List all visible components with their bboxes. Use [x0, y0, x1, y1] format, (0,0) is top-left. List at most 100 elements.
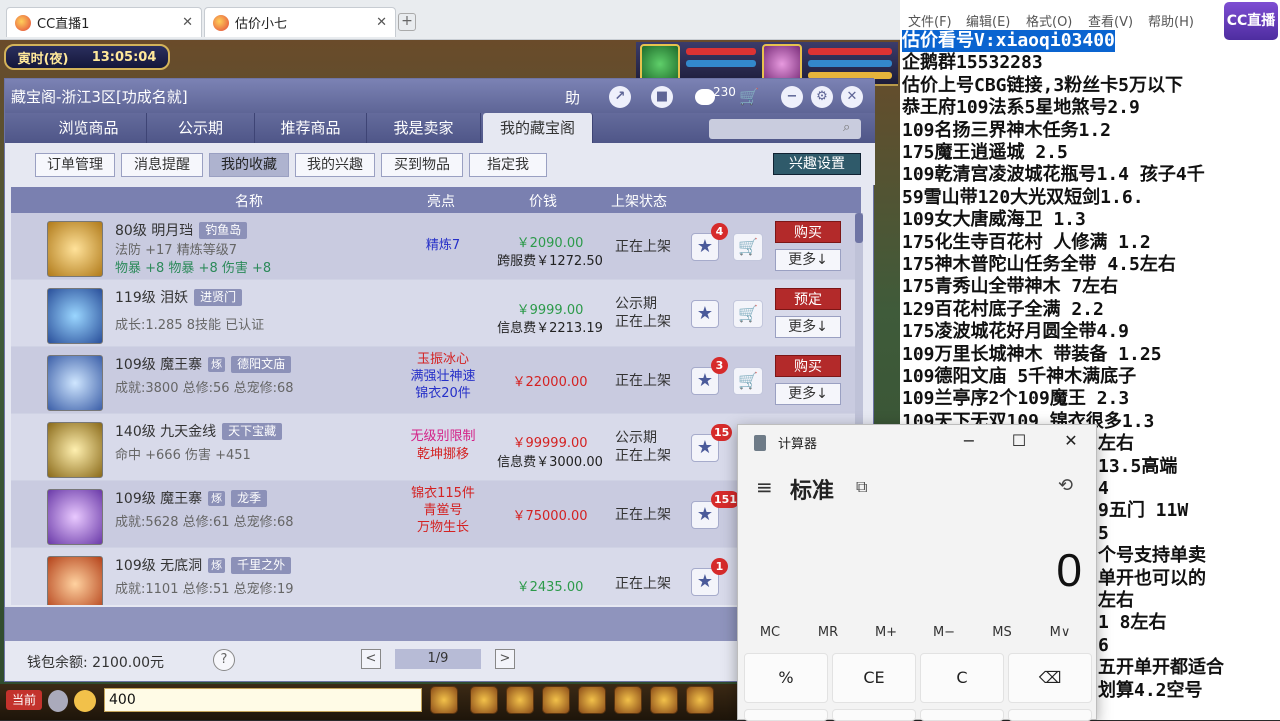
close-icon[interactable]: ✕	[376, 15, 387, 30]
browser-tab-appraise[interactable]: 估价小七 ✕	[204, 7, 396, 37]
table-row[interactable]: 80级 明月珰 钓鱼岛 法防 +17 精炼等级7 物暴 +8 物暴 +8 伤害 …	[11, 213, 861, 280]
notepad-line[interactable]: 五开单开都适合	[1098, 657, 1224, 679]
next-page-button[interactable]: >	[495, 649, 515, 669]
item-name[interactable]: 109级 魔王寨	[115, 488, 202, 508]
notepad-line[interactable]: 109德阳文庙 5千神木满底子	[902, 366, 1136, 388]
notepad-line[interactable]: 109万里长城神木 带装备 1.25	[902, 344, 1162, 366]
search-input[interactable]: ⌕	[709, 119, 861, 139]
calculator-key[interactable]	[1008, 709, 1092, 721]
message-icon[interactable]	[695, 89, 715, 105]
notepad-line[interactable]: 175凌波城花好月圆全带4.9	[902, 321, 1129, 343]
tab-seller[interactable]: 我是卖家	[367, 113, 481, 143]
item-name[interactable]: 109级 魔王寨	[115, 354, 202, 374]
notepad-line[interactable]: 175青秀山全带神木 7左右	[902, 276, 1118, 298]
character-avatar[interactable]	[47, 489, 103, 545]
calculator-key[interactable]	[832, 709, 916, 721]
close-icon[interactable]: ✕	[841, 86, 863, 108]
notepad-line[interactable]: 9五门 11W	[1098, 500, 1188, 522]
memory-clear-button[interactable]: MC	[741, 625, 799, 640]
notepad-line[interactable]: 5	[1098, 523, 1109, 545]
table-row[interactable]: 109级 无底洞 烼 千里之外 成就:1101 总修:51 总宠修:19 ￥24…	[11, 548, 861, 605]
notepad-line[interactable]: 109乾清宫凌波城花瓶号1.4 孩子4千	[902, 164, 1205, 186]
game-menu-icon[interactable]	[686, 686, 714, 714]
interest-settings-button[interactable]: 兴趣设置	[773, 153, 861, 175]
notepad-line[interactable]: 个号支持单卖	[1098, 545, 1206, 567]
notepad-line[interactable]: 175魔王逍遥城 2.5	[902, 142, 1068, 164]
more-button[interactable]: 更多↓	[775, 249, 841, 271]
notepad-line[interactable]: 129百花村底子全满 2.2	[902, 299, 1104, 321]
notepad-line[interactable]: 1 8左右	[1098, 612, 1167, 634]
maximize-button[interactable]: ☐	[1004, 431, 1034, 450]
notepad-line[interactable]: 13.5高端	[1098, 456, 1177, 478]
browser-tab-cc-live[interactable]: CC直播1 ✕	[6, 7, 202, 37]
calculator-title-bar[interactable]: 计算器	[754, 433, 817, 452]
notepad-line[interactable]: 175化生寺百花村 人修满 1.2	[902, 232, 1151, 254]
new-tab-button[interactable]: +	[398, 13, 416, 31]
character-avatar[interactable]	[47, 288, 103, 344]
game-menu-icon[interactable]	[542, 686, 570, 714]
more-button[interactable]: 更多↓	[775, 316, 841, 338]
cart-icon[interactable]: 🛒	[733, 233, 763, 261]
tab-public[interactable]: 公示期	[147, 113, 255, 143]
help-button[interactable]: 助	[565, 87, 580, 108]
menu-edit[interactable]: 编辑(E)	[966, 11, 1010, 30]
notepad-line[interactable]: 估价上号CBG链接,3粉丝卡5万以下	[902, 75, 1183, 97]
item-icon[interactable]	[47, 422, 103, 478]
table-row[interactable]: 119级 泪妖 进贤门 成长:1.285 8技能 已认证 ￥9999.00 信息…	[11, 280, 861, 347]
microphone-icon[interactable]	[48, 690, 68, 712]
prev-page-button[interactable]: <	[361, 649, 381, 669]
close-button[interactable]: ✕	[1056, 431, 1086, 450]
chat-channel-button[interactable]: 当前	[6, 690, 42, 710]
subtab-orders[interactable]: 订单管理	[35, 153, 115, 177]
notepad-line[interactable]: 划算4.2空号	[1098, 680, 1203, 702]
tab-my-cbg[interactable]: 我的藏宝阁	[483, 113, 593, 143]
gear-icon[interactable]: ⚙	[811, 86, 833, 108]
memory-store-button[interactable]: MS	[973, 625, 1031, 640]
menu-format[interactable]: 格式(O)	[1026, 11, 1072, 30]
buy-button[interactable]: 购买	[775, 221, 841, 243]
chat-input[interactable]: 400	[104, 688, 422, 712]
subtab-purchased[interactable]: 买到物品	[381, 153, 463, 177]
table-row[interactable]: 140级 九天金线 天下宝藏 命中 +666 伤害 +451 无级别限制 乾坤挪…	[11, 414, 861, 481]
notepad-line[interactable]: 恭王府109法系5星地煞号2.9	[902, 97, 1140, 119]
notepad-line[interactable]: 单开也可以的	[1098, 568, 1206, 590]
item-name[interactable]: 109级 无底洞	[115, 555, 202, 575]
character-avatar[interactable]	[47, 556, 103, 605]
memory-add-button[interactable]: M+	[857, 625, 915, 640]
memory-recall-button[interactable]: MR	[799, 625, 857, 640]
table-row[interactable]: 109级 魔王寨 烼 龙季 成就:5628 总修:61 总宠修:68 锦衣115…	[11, 481, 861, 548]
notepad-line[interactable]: 109兰亭序2个109魔王 2.3	[902, 388, 1129, 410]
notepad-line[interactable]: 109名扬三界神木任务1.2	[902, 120, 1111, 142]
cart-icon[interactable]: 🛒	[739, 87, 759, 106]
stop-icon[interactable]: ■	[651, 86, 673, 108]
notepad-line[interactable]: 企鹅群15532283	[902, 52, 1043, 74]
item-name[interactable]: 119级 泪妖	[115, 287, 188, 307]
game-menu-icon[interactable]	[650, 686, 678, 714]
notepad-line[interactable]: 109女大唐威海卫 1.3	[902, 209, 1086, 231]
more-button[interactable]: 更多↓	[775, 383, 841, 405]
subtab-favorites[interactable]: 我的收藏	[209, 153, 289, 177]
keep-on-top-icon[interactable]: ⧉	[856, 477, 867, 497]
subtab-interests[interactable]: 我的兴趣	[295, 153, 375, 177]
tab-browse[interactable]: 浏览商品	[31, 113, 147, 143]
cart-icon[interactable]: 🛒	[733, 367, 763, 395]
item-name[interactable]: 140级 九天金线	[115, 421, 216, 441]
notepad-line[interactable]: 4	[1098, 478, 1109, 500]
item-name[interactable]: 80级 明月珰	[115, 220, 193, 240]
share-icon[interactable]: ↗	[609, 86, 631, 108]
buy-button[interactable]: 购买	[775, 355, 841, 377]
percent-key[interactable]: %	[744, 653, 828, 703]
menu-view[interactable]: 查看(V)	[1088, 11, 1133, 30]
backspace-key[interactable]: ⌫	[1008, 653, 1092, 703]
history-icon[interactable]: ⟲	[1058, 475, 1073, 496]
game-menu-icon[interactable]	[614, 686, 642, 714]
notepad-line[interactable]: 59雪山带120大光双短剑1.6.	[902, 187, 1144, 209]
notepad-line[interactable]: 175神木普陀山任务全带 4.5左右	[902, 254, 1176, 276]
notepad-line[interactable]: 左右	[1098, 433, 1134, 455]
subtab-designated[interactable]: 指定我	[469, 153, 547, 177]
subtab-messages[interactable]: 消息提醒	[121, 153, 203, 177]
emoji-icon[interactable]	[74, 690, 96, 712]
minimize-icon[interactable]: −	[781, 86, 803, 108]
game-menu-icon[interactable]	[430, 686, 458, 714]
memory-subtract-button[interactable]: M−	[915, 625, 973, 640]
